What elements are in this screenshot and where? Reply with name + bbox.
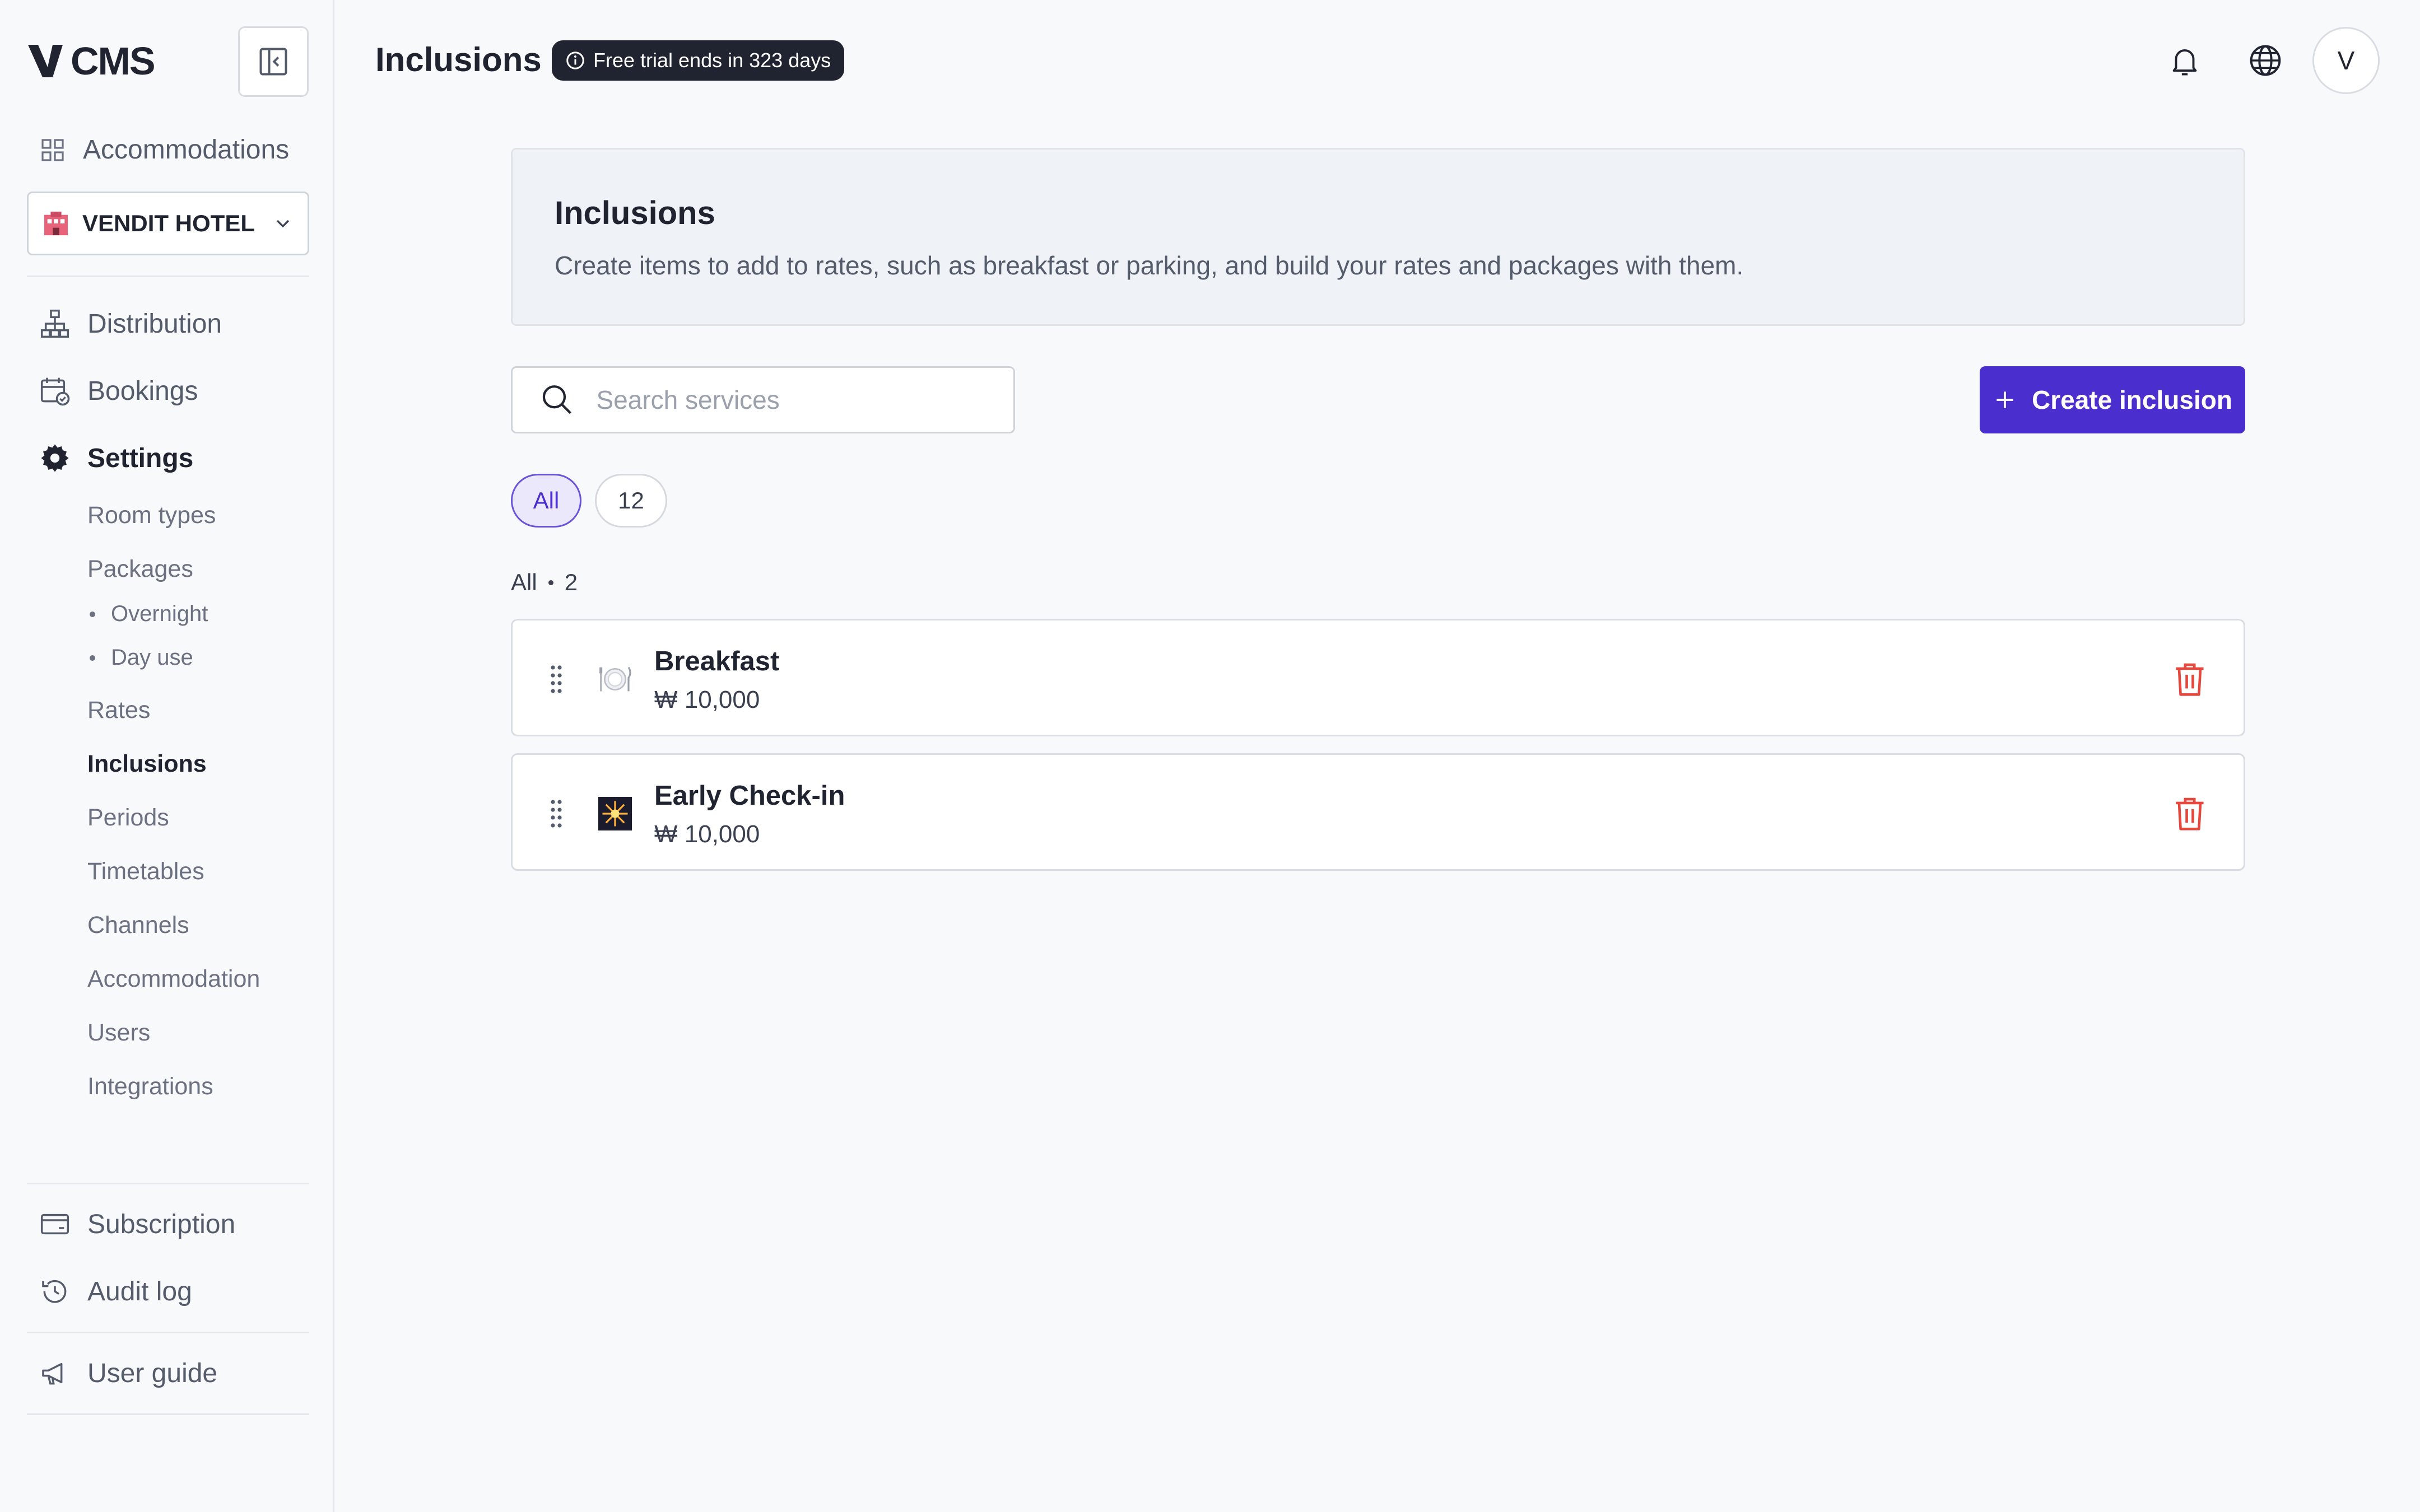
nav-settings-label: Settings bbox=[87, 443, 194, 473]
search-input[interactable] bbox=[595, 384, 986, 416]
chevron-down-icon bbox=[276, 220, 290, 228]
settings-room-types[interactable]: Room types bbox=[87, 502, 216, 529]
inclusion-name: Breakfast bbox=[654, 646, 780, 676]
gear-icon bbox=[41, 444, 69, 472]
v-logo-icon bbox=[28, 45, 63, 77]
hotel-building-icon bbox=[44, 211, 68, 236]
history-clock-icon bbox=[42, 1280, 67, 1303]
list-group-count: 2 bbox=[564, 569, 578, 595]
inclusion-price: ₩ 10,000 bbox=[654, 820, 760, 848]
packages-overnight-label: Overnight bbox=[111, 601, 208, 626]
inclusion-price: ₩ 10,000 bbox=[654, 686, 760, 713]
page-title: Inclusions bbox=[375, 41, 542, 78]
sidebar-divider bbox=[27, 1332, 309, 1333]
create-inclusion-button[interactable]: Create inclusion bbox=[1980, 366, 2245, 433]
sidebar-divider bbox=[27, 276, 309, 277]
filter-chip-all[interactable]: All bbox=[511, 474, 581, 528]
nav-user-guide-label: User guide bbox=[87, 1358, 218, 1388]
nav-accommodations-label: Accommodations bbox=[83, 135, 290, 165]
nav-bookings[interactable]: Bookings bbox=[39, 375, 198, 407]
app-logo[interactable]: CMS bbox=[28, 39, 156, 83]
sidebar-collapse-icon bbox=[259, 48, 287, 76]
sitemap-icon bbox=[40, 309, 69, 338]
grid-icon bbox=[41, 138, 64, 161]
settings-periods[interactable]: Periods bbox=[87, 804, 169, 832]
megaphone-icon bbox=[42, 1362, 63, 1385]
trial-badge: Free trial ends in 323 days bbox=[552, 40, 845, 81]
bullet-dot bbox=[90, 611, 95, 617]
sidebar: CMS Accommodations VENDIT HOTEL Distribu… bbox=[0, 0, 334, 1512]
list-group-label: All bbox=[511, 569, 537, 595]
nav-subscription-label: Subscription bbox=[87, 1209, 236, 1239]
settings-inclusions[interactable]: Inclusions bbox=[87, 750, 207, 778]
collapse-sidebar-button[interactable] bbox=[238, 26, 309, 97]
packages-overnight[interactable]: Overnight bbox=[90, 601, 208, 627]
list-group-header: All 2 bbox=[511, 569, 578, 596]
hotel-name: VENDIT HOTEL bbox=[82, 210, 255, 236]
notifications-button[interactable] bbox=[2165, 40, 2205, 81]
info-card: Inclusions Create items to add to rates,… bbox=[511, 148, 2245, 326]
inclusion-row[interactable]: Early Check-in ₩ 10,000 bbox=[511, 753, 2245, 871]
settings-packages[interactable]: Packages bbox=[87, 556, 193, 583]
settings-accommodation[interactable]: Accommodation bbox=[87, 965, 260, 993]
filter-chip-12[interactable]: 12 bbox=[595, 474, 667, 528]
inclusion-row[interactable]: Breakfast ₩ 10,000 bbox=[511, 619, 2245, 736]
settings-integrations[interactable]: Integrations bbox=[87, 1073, 213, 1100]
info-icon bbox=[566, 52, 584, 69]
plate-cutlery-icon bbox=[597, 661, 634, 698]
info-card-description: Create items to add to rates, such as br… bbox=[555, 251, 1744, 280]
hotel-selector[interactable]: VENDIT HOTEL bbox=[27, 192, 309, 255]
search-icon bbox=[542, 385, 572, 414]
separator-dot bbox=[548, 580, 553, 585]
settings-channels[interactable]: Channels bbox=[87, 912, 189, 939]
trial-badge-text: Free trial ends in 323 days bbox=[593, 49, 831, 72]
nav-audit-log-label: Audit log bbox=[87, 1276, 192, 1306]
nav-settings[interactable]: Settings bbox=[39, 442, 193, 474]
drag-handle-icon[interactable] bbox=[550, 799, 563, 829]
language-button[interactable] bbox=[2245, 40, 2286, 81]
search-box[interactable] bbox=[511, 366, 1015, 433]
settings-rates[interactable]: Rates bbox=[87, 697, 150, 724]
user-avatar[interactable]: V bbox=[2312, 27, 2380, 94]
info-card-title: Inclusions bbox=[555, 195, 715, 231]
nav-audit-log[interactable]: Audit log bbox=[39, 1276, 192, 1307]
globe-icon bbox=[2250, 45, 2281, 76]
nav-distribution-label: Distribution bbox=[87, 309, 222, 339]
packages-day-use[interactable]: Day use bbox=[90, 645, 193, 670]
packages-day-use-label: Day use bbox=[111, 645, 193, 670]
nav-subscription[interactable]: Subscription bbox=[39, 1208, 235, 1240]
nav-distribution[interactable]: Distribution bbox=[39, 308, 222, 339]
create-inclusion-label: Create inclusion bbox=[2032, 385, 2232, 414]
logo-text: CMS bbox=[71, 39, 156, 83]
delete-button[interactable] bbox=[2173, 795, 2207, 832]
inclusion-name: Early Check-in bbox=[654, 781, 845, 811]
sidebar-divider bbox=[27, 1183, 309, 1184]
plus-icon bbox=[1997, 391, 2013, 408]
credit-card-icon bbox=[40, 1214, 69, 1235]
fireworks-icon bbox=[597, 795, 634, 832]
settings-timetables[interactable]: Timetables bbox=[87, 858, 204, 885]
bullet-dot bbox=[90, 655, 95, 661]
calendar-check-icon bbox=[40, 377, 70, 406]
drag-handle-icon[interactable] bbox=[550, 664, 563, 694]
nav-user-guide[interactable]: User guide bbox=[39, 1357, 217, 1389]
sidebar-divider bbox=[27, 1413, 309, 1415]
nav-accommodations[interactable]: Accommodations bbox=[39, 134, 289, 165]
settings-users[interactable]: Users bbox=[87, 1019, 150, 1047]
delete-button[interactable] bbox=[2173, 661, 2207, 698]
nav-bookings-label: Bookings bbox=[87, 376, 198, 406]
bell-icon bbox=[2172, 49, 2197, 76]
